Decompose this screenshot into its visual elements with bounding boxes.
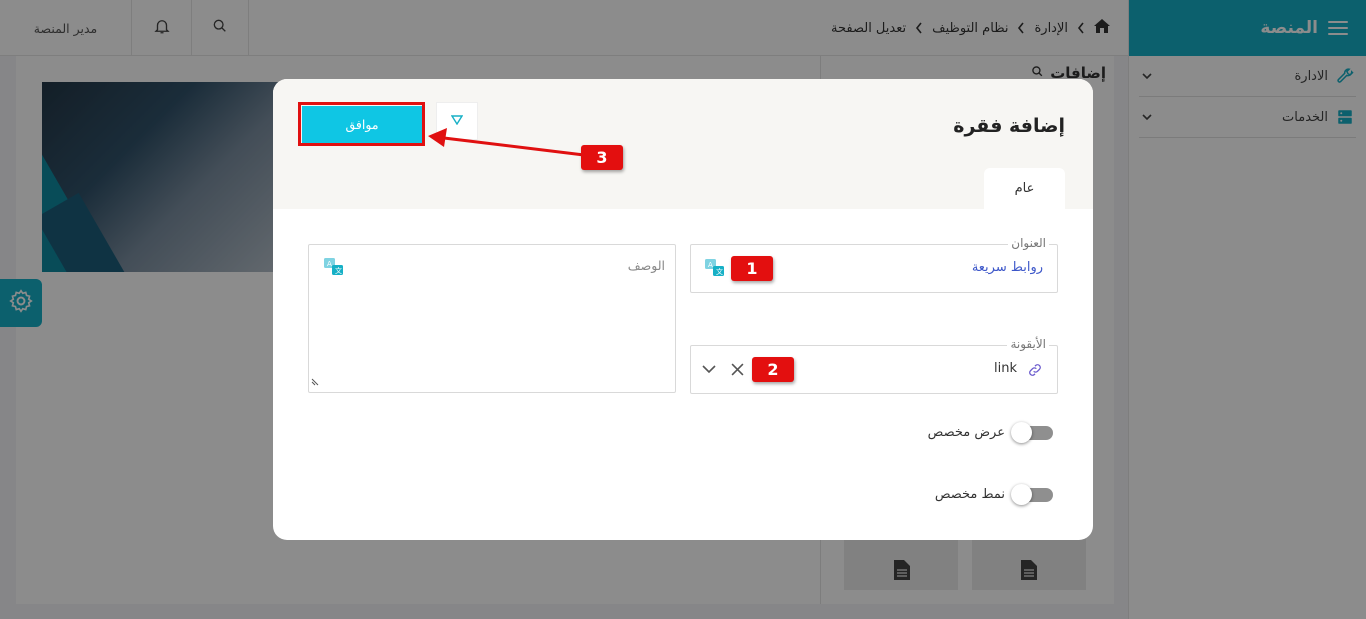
resize-handle-icon[interactable] [311,375,319,390]
icon-field-label: الأيقونة [1007,337,1049,351]
svg-text:A: A [708,261,713,269]
link-icon [1027,362,1043,382]
clear-icon[interactable] [731,363,744,380]
custom-style-toggle[interactable] [1011,483,1053,505]
title-field-value: روابط سريعة [971,260,1043,275]
icon-select[interactable]: الأيقونة link [690,337,1058,394]
description-field[interactable]: الوصف A文 [308,244,676,393]
toggle-label: عرض مخصص [927,425,1005,440]
title-field-label: العنوان [1008,236,1049,250]
triangle-down-icon [450,114,464,129]
tab-general[interactable]: عام [984,168,1065,209]
step-badge-2: 2 [752,357,794,382]
icon-field-value: link [994,361,1017,376]
step-badge-3: 3 [581,145,623,170]
highlight-box [298,102,425,146]
dialog-header: إضافة فقرة موافق عام [273,79,1093,209]
custom-width-toggle[interactable] [1011,421,1053,443]
add-section-dialog: إضافة فقرة موافق عام العنوان روابط سريعة… [273,79,1093,540]
custom-width-toggle-row: عرض مخصص [927,421,1053,443]
svg-text:文: 文 [716,267,723,276]
step-badge-1: 1 [731,256,773,281]
translate-icon[interactable]: A文 [324,258,344,276]
dialog-title: إضافة فقرة [953,115,1065,137]
description-placeholder: الوصف [627,258,665,273]
dropdown-toggle-button[interactable] [436,102,478,140]
custom-style-toggle-row: نمط مخصص [934,483,1053,505]
svg-text:文: 文 [335,266,342,275]
svg-text:A: A [327,260,332,268]
toggle-label: نمط مخصص [934,487,1005,502]
chevron-down-icon[interactable] [702,363,716,379]
translate-icon[interactable]: A文 [705,259,725,277]
